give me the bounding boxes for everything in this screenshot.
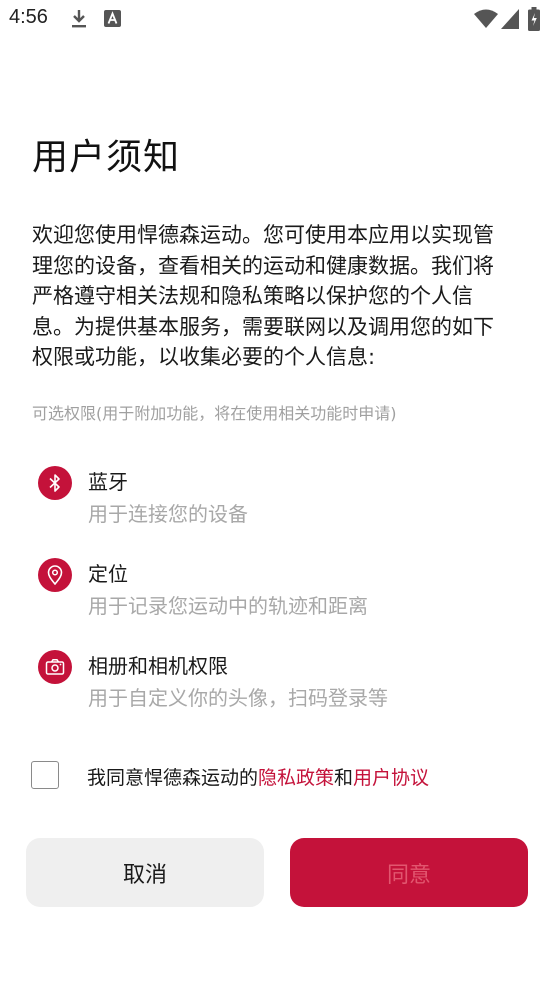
privacy-policy-link[interactable]: 隐私政策 xyxy=(258,767,334,789)
page-title: 用户须知 xyxy=(32,137,181,178)
location-pin-icon xyxy=(38,558,72,592)
permission-title: 定位 xyxy=(88,562,128,586)
signal-icon xyxy=(501,9,519,33)
permission-title: 相册和相机权限 xyxy=(88,654,228,678)
agreement-prefix: 我同意悍德森运动的 xyxy=(87,767,259,789)
font-a-icon xyxy=(104,10,121,31)
wifi-icon xyxy=(474,9,498,33)
permission-desc: 用于自定义你的头像，扫码登录等 xyxy=(88,686,388,710)
optional-permissions-note: 可选权限(用于附加功能，将在使用相关功能时申请) xyxy=(32,404,397,423)
cancel-button[interactable]: 取消 xyxy=(26,838,264,907)
agreement-conjunction: 和 xyxy=(334,767,354,789)
user-agreement-link[interactable]: 用户协议 xyxy=(353,767,429,789)
agree-button[interactable]: 同意 xyxy=(290,838,528,907)
bluetooth-icon xyxy=(38,466,72,500)
permission-desc: 用于连接您的设备 xyxy=(88,502,248,526)
status-bar: 4:56 xyxy=(0,0,554,40)
permission-title: 蓝牙 xyxy=(88,470,128,494)
intro-text: 欢迎您使用悍德森运动。您可使用本应用以实现管理您的设备，查看相关的运动和健康数据… xyxy=(32,223,494,369)
agree-checkbox[interactable] xyxy=(31,761,59,789)
agreement-text: 我同意悍德森运动的隐私政策和用户协议 xyxy=(87,763,429,790)
status-time: 4:56 xyxy=(9,6,48,28)
download-icon xyxy=(70,8,88,34)
permission-desc: 用于记录您运动中的轨迹和距离 xyxy=(88,594,368,618)
agreement-row: 我同意悍德森运动的隐私政策和用户协议 xyxy=(31,760,531,792)
battery-charging-icon xyxy=(528,7,540,35)
camera-icon xyxy=(38,650,72,684)
